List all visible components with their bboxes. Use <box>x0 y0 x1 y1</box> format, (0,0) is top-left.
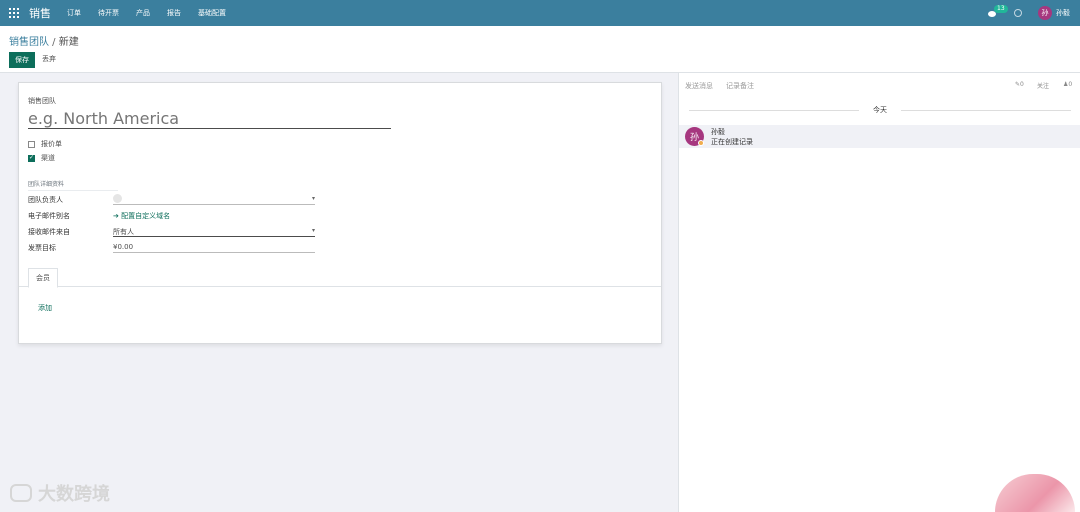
invoicing-target-field[interactable]: ¥0.00 <box>113 243 315 253</box>
navbar-systray: 13 孙 孙毅 <box>988 5 1080 20</box>
team-leader-label: 团队负责人 <box>28 196 63 204</box>
watermark-logo-icon <box>10 484 32 502</box>
save-button[interactable]: 保存 <box>9 52 35 68</box>
user-placeholder-icon <box>113 194 122 203</box>
send-message-button[interactable]: 发送消息 <box>685 81 713 91</box>
message-author[interactable]: 孙毅 <box>711 127 725 137</box>
breadcrumb: 销售团队 / 新建 <box>9 33 79 48</box>
presence-status-icon <box>698 140 704 146</box>
quotations-checkbox[interactable] <box>28 140 35 148</box>
top-navbar: 销售 订单 待开票 产品 报告 基础配置 13 孙 孙毅 <box>0 0 1080 26</box>
quotations-label: 报价单 <box>41 140 62 148</box>
activity-clock-icon[interactable] <box>1014 9 1022 17</box>
form-sheet: 销售团队 报价单 渠道 团队详细资料 团队负责人 ▾ 电子邮件别名 ➔ 配置自定… <box>18 82 662 344</box>
day-separator: 今天 <box>689 105 1071 115</box>
invoicing-target-label: 发票目标 <box>28 244 56 252</box>
apps-menu-icon[interactable] <box>9 8 19 18</box>
followers-button[interactable]: ♟0 <box>1063 81 1072 88</box>
breadcrumb-separator: / <box>49 37 59 48</box>
accept-emails-from-value: 所有人 <box>113 228 134 236</box>
followers-count: 0 <box>1068 81 1073 88</box>
follow-button[interactable]: 关注 <box>1037 81 1049 90</box>
team-name-input[interactable] <box>28 108 391 129</box>
user-avatar[interactable]: 孙 <box>1038 6 1052 20</box>
chatter-message: 孙 孙毅 正在创建记录 <box>679 125 1080 148</box>
log-note-button[interactable]: 记录备注 <box>726 81 754 91</box>
menu-to-invoice[interactable]: 待开票 <box>98 8 119 18</box>
message-body: 正在创建记录 <box>711 138 753 146</box>
attachments-count: 0 <box>1020 81 1024 88</box>
chatter-panel: 发送消息 记录备注 ✎0 关注 ♟0 今天 孙 孙毅 正在创建记录 <box>678 73 1080 512</box>
discard-button[interactable]: 丢弃 <box>42 54 56 64</box>
invoicing-target-value: ¥0.00 <box>113 243 134 251</box>
user-name[interactable]: 孙毅 <box>1056 8 1070 18</box>
quotations-checkbox-row[interactable]: 报价单 <box>28 139 62 149</box>
app-brand[interactable]: 销售 <box>29 5 51 21</box>
tab-members[interactable]: 会员 <box>28 268 58 288</box>
pipeline-checkbox[interactable] <box>28 154 35 162</box>
watermark: 大数跨境 <box>10 480 110 506</box>
pipeline-label: 渠道 <box>41 154 55 162</box>
menu-products[interactable]: 产品 <box>136 8 150 18</box>
menu-orders[interactable]: 订单 <box>67 8 81 18</box>
day-label: 今天 <box>873 106 887 114</box>
configure-domain-link[interactable]: ➔ 配置自定义域名 <box>113 211 170 221</box>
notebook-tabs: 会员 <box>19 268 661 288</box>
accept-emails-dropdown-icon[interactable]: ▾ <box>312 227 315 234</box>
control-panel: 销售团队 / 新建 保存 丢弃 <box>0 26 1080 73</box>
menu-configuration[interactable]: 基础配置 <box>198 8 226 18</box>
breadcrumb-sales-teams[interactable]: 销售团队 <box>9 37 49 48</box>
team-leader-field[interactable]: ▾ <box>113 194 315 205</box>
team-details-group-title: 团队详细资料 <box>28 179 118 191</box>
team-name-label: 销售团队 <box>28 97 56 105</box>
add-member-link[interactable]: 添加 <box>38 303 52 313</box>
pipeline-checkbox-row[interactable]: 渠道 <box>28 153 55 163</box>
watermark-text: 大数跨境 <box>38 484 110 505</box>
menu-reporting[interactable]: 报告 <box>167 8 181 18</box>
accept-emails-from-select[interactable]: 所有人 ▾ <box>113 227 315 237</box>
messages-count-badge: 13 <box>994 5 1008 13</box>
email-alias-label: 电子邮件别名 <box>28 212 70 220</box>
messages-icon[interactable]: 13 <box>988 5 1008 17</box>
attachments-button[interactable]: ✎0 <box>1015 81 1024 88</box>
team-leader-dropdown-icon[interactable]: ▾ <box>312 195 315 202</box>
accept-emails-from-label: 接收邮件来自 <box>28 228 70 236</box>
breadcrumb-current: 新建 <box>58 37 79 48</box>
